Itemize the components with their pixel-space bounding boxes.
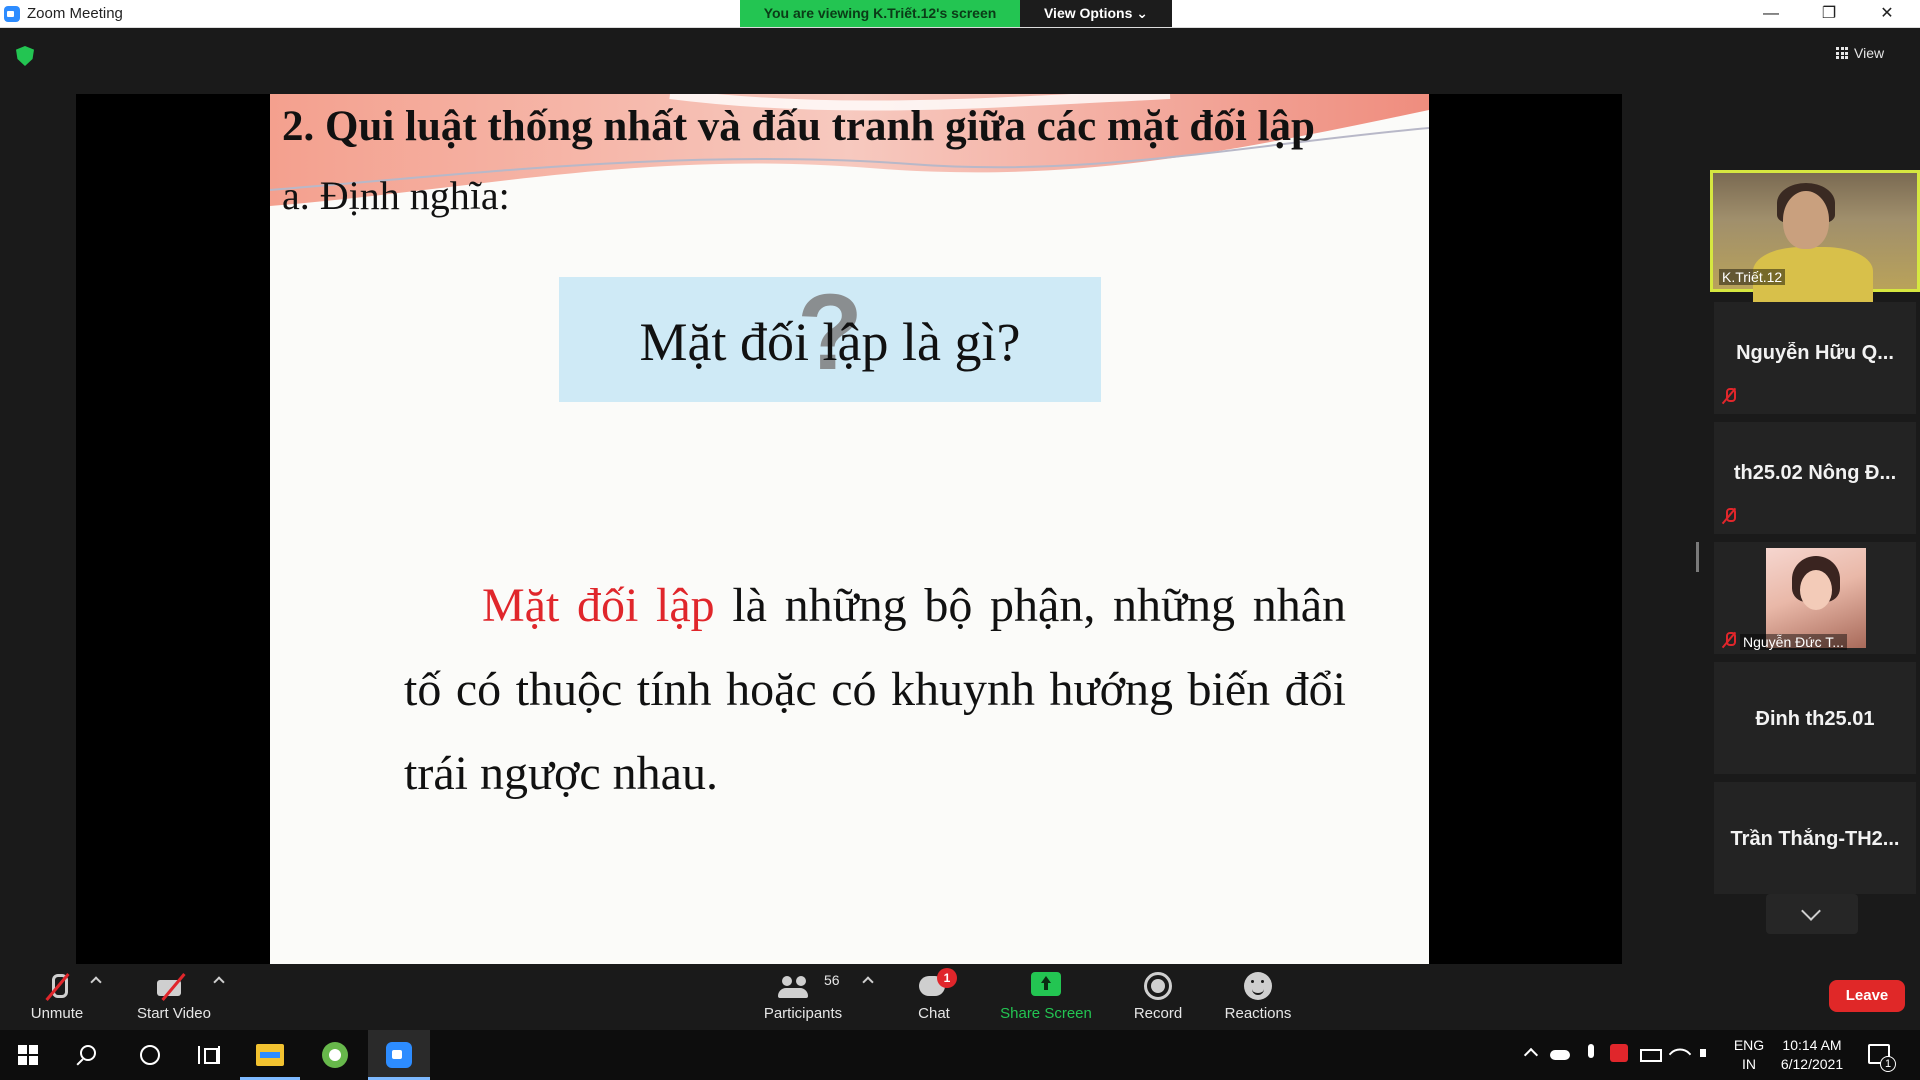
participant-name: K.Triết.12 xyxy=(1719,269,1786,285)
grid-icon xyxy=(1836,47,1848,59)
definition-paragraph: Mặt đối lập là những bộ phận, những nhân… xyxy=(404,564,1346,816)
keyboard-code: IN xyxy=(1742,1056,1756,1072)
file-explorer-taskbar-item[interactable] xyxy=(240,1030,300,1080)
clock-time: 10:14 AM xyxy=(1782,1037,1842,1053)
record-icon xyxy=(1144,972,1172,1000)
wifi-icon[interactable] xyxy=(1670,1044,1688,1062)
participants-count: 56 xyxy=(824,972,840,988)
reactions-smiley-icon xyxy=(1244,972,1272,1000)
record-button[interactable]: Record xyxy=(1126,964,1190,1030)
windows-start-icon[interactable] xyxy=(18,1045,38,1065)
clock-date: 6/12/2021 xyxy=(1780,1056,1844,1072)
windows-taskbar: ENG IN 10:14 AM 6/12/2021 1 xyxy=(0,1030,1920,1080)
window-title: Zoom Meeting xyxy=(27,5,123,22)
participant-tile[interactable]: Đinh th25.01 xyxy=(1714,662,1916,774)
slide-subheading: a. Định nghĩa: xyxy=(282,173,510,218)
muted-mic-icon xyxy=(1722,632,1736,648)
question-text: Mặt đối lập là gì? xyxy=(639,312,1021,372)
slide-heading: 2. Qui luật thống nhất và đấu tranh giữa… xyxy=(282,103,1315,150)
participant-name: Nguyễn Đức T... xyxy=(1740,634,1847,650)
meeting-toolbar: Unmute Start Video 56 Participants 1 Cha… xyxy=(0,964,1920,1030)
chat-unread-badge: 1 xyxy=(937,968,957,988)
definition-term: Mặt đối lập xyxy=(482,579,715,632)
share-screen-button[interactable]: Share Screen xyxy=(998,964,1094,1030)
zoom-app-icon xyxy=(4,6,20,22)
share-screen-label: Share Screen xyxy=(1000,1005,1092,1022)
participant-name: th25.02 Nông Đ... xyxy=(1733,462,1897,484)
question-box: ? Mặt đối lập là gì? xyxy=(559,271,1101,402)
search-icon[interactable] xyxy=(80,1045,96,1061)
participant-tile[interactable]: th25.02 Nông Đ... xyxy=(1714,422,1916,534)
video-off-icon xyxy=(157,972,191,1002)
title-bar: Zoom Meeting You are viewing K.Triết.12'… xyxy=(0,0,1920,28)
participant-tile[interactable]: Nguyễn Đức T... xyxy=(1714,542,1916,654)
restore-button[interactable]: ❐ xyxy=(1800,0,1858,28)
battery-icon[interactable] xyxy=(1640,1044,1662,1062)
unmute-button[interactable]: Unmute xyxy=(20,964,94,1030)
participants-button[interactable]: 56 Participants xyxy=(756,964,850,1030)
system-clock[interactable]: 10:14 AM 6/12/2021 xyxy=(1776,1036,1848,1074)
participant-panel: K.Triết.12 Nguyễn Hữu Q... th25.02 Nông … xyxy=(1710,140,1920,940)
unmute-label: Unmute xyxy=(30,1005,84,1022)
muted-mic-icon xyxy=(1722,508,1736,524)
view-layout-button[interactable]: View xyxy=(1836,41,1906,65)
zoom-icon xyxy=(386,1042,412,1068)
view-label: View xyxy=(1854,45,1885,61)
participant-tile[interactable]: Nguyễn Hữu Q... xyxy=(1714,302,1916,414)
language-code: ENG xyxy=(1733,1037,1765,1053)
scroll-down-button[interactable] xyxy=(1766,894,1858,934)
avatar-face xyxy=(1800,570,1832,610)
share-screen-icon xyxy=(1031,972,1061,996)
antivirus-tray-icon[interactable] xyxy=(1610,1044,1628,1062)
participant-name: Nguyễn Hữu Q... xyxy=(1736,342,1894,364)
participants-options-chevron-icon[interactable] xyxy=(862,976,874,988)
participant-name: Đinh th25.01 xyxy=(1755,708,1875,730)
participants-label: Participants xyxy=(763,1005,843,1022)
record-label: Record xyxy=(1133,1005,1183,1022)
reactions-label: Reactions xyxy=(1224,1005,1292,1022)
microphone-tray-icon[interactable] xyxy=(1582,1044,1600,1062)
show-hidden-icons-chevron-icon[interactable] xyxy=(1522,1044,1540,1062)
participants-icon xyxy=(778,972,814,1002)
video-face xyxy=(1783,191,1829,249)
cortana-icon[interactable] xyxy=(140,1045,160,1065)
minimize-button[interactable]: — xyxy=(1742,0,1800,28)
viewing-screen-banner: You are viewing K.Triết.12's screen xyxy=(740,0,1020,27)
view-options-button[interactable]: View Options ⌄ xyxy=(1020,0,1172,27)
participant-tile-active-speaker[interactable]: K.Triết.12 xyxy=(1710,170,1920,307)
notification-count-badge: 1 xyxy=(1880,1056,1896,1072)
start-video-button[interactable]: Start Video xyxy=(130,964,218,1030)
participant-name: Trần Thắng-TH2... xyxy=(1730,828,1900,850)
onedrive-cloud-icon[interactable] xyxy=(1550,1044,1570,1062)
leave-button[interactable]: Leave xyxy=(1829,980,1905,1012)
browser-icon[interactable] xyxy=(322,1042,348,1068)
chat-icon: 1 xyxy=(919,968,957,1002)
shared-screen: 2. Qui luật thống nhất và đấu tranh giữa… xyxy=(76,94,1622,964)
muted-microphone-icon xyxy=(44,972,70,1004)
reactions-button[interactable]: Reactions xyxy=(1218,964,1298,1030)
start-video-label: Start Video xyxy=(137,1005,211,1022)
participant-avatar-photo xyxy=(1766,548,1866,648)
security-shield-icon[interactable] xyxy=(16,46,34,66)
muted-mic-icon xyxy=(1722,388,1736,404)
chat-label: Chat xyxy=(918,1005,950,1022)
chat-button[interactable]: 1 Chat xyxy=(904,964,964,1030)
volume-icon[interactable] xyxy=(1698,1044,1716,1062)
panel-resize-handle[interactable] xyxy=(1696,542,1699,572)
input-language-indicator[interactable]: ENG IN xyxy=(1732,1036,1766,1074)
task-view-icon[interactable] xyxy=(198,1046,220,1064)
presentation-slide: 2. Qui luật thống nhất và đấu tranh giữa… xyxy=(270,94,1429,964)
close-button[interactable]: ✕ xyxy=(1858,0,1916,28)
zoom-taskbar-item[interactable] xyxy=(368,1030,430,1080)
participant-tile[interactable]: Trần Thắng-TH2... xyxy=(1714,782,1916,894)
meeting-area: View 2. Qui luật thống nhất và đấu tranh… xyxy=(0,28,1920,964)
file-explorer-icon xyxy=(256,1044,284,1066)
